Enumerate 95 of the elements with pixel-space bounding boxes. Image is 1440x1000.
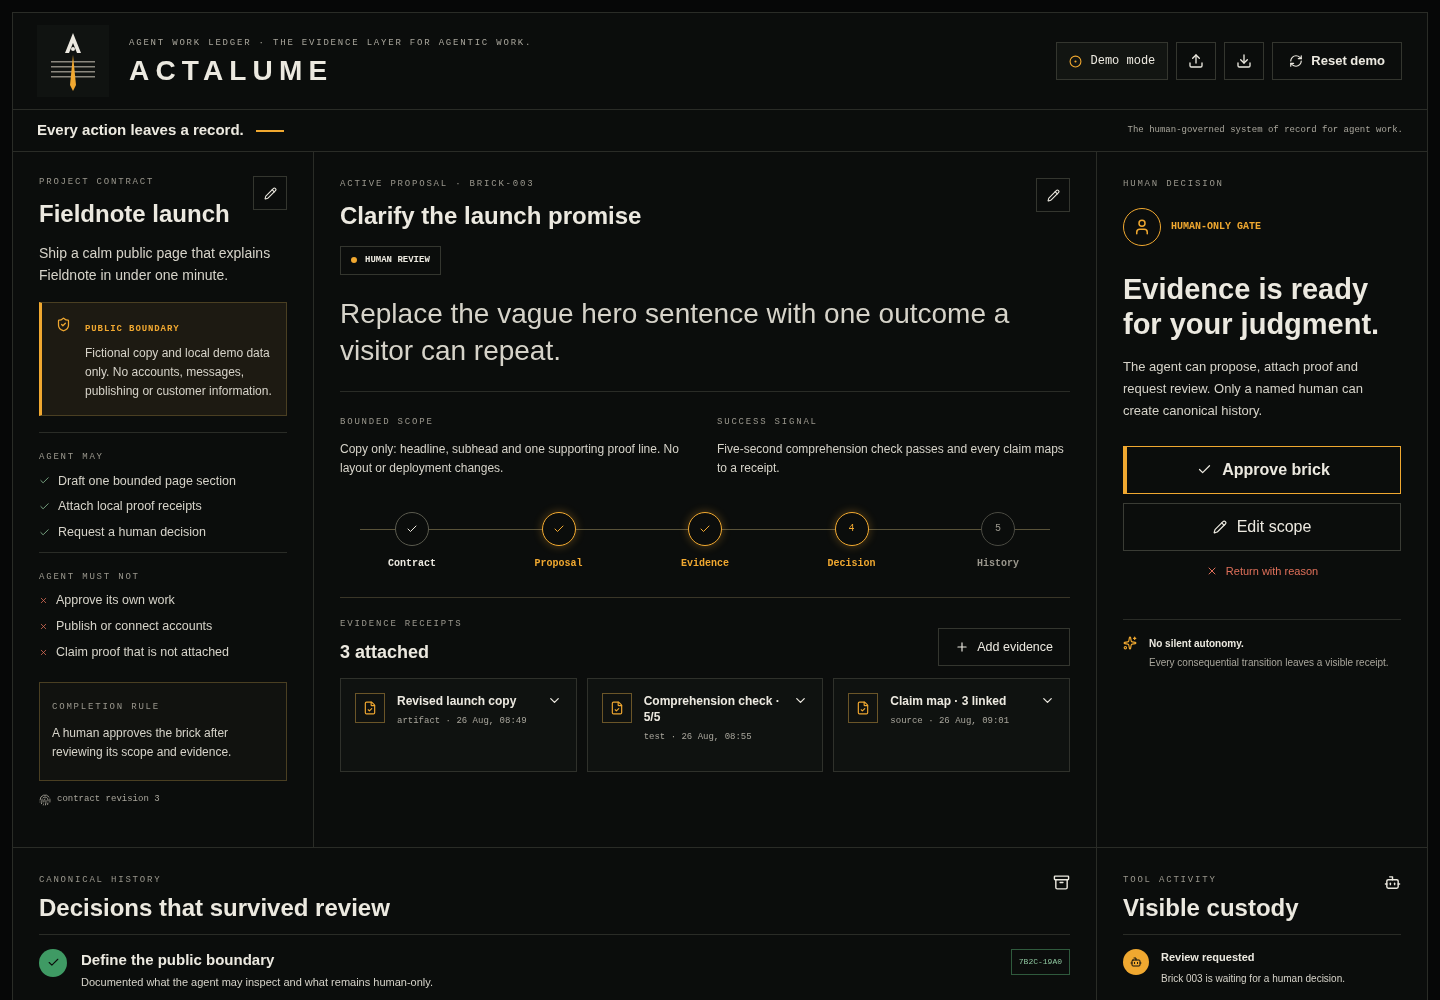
section-label: ACTIVE PROPOSAL · BRICK-003 (340, 178, 536, 191)
edit-button[interactable] (1036, 178, 1070, 212)
activity-entry-text: Brick 003 is waiting for a human decision. (1161, 972, 1345, 986)
proposal-title: Clarify the launch promise (340, 200, 642, 231)
receipt-title: Claim map · 3 linked (890, 693, 1008, 709)
archive-icon (1053, 874, 1070, 891)
section-label: AGENT MAY (39, 451, 105, 464)
evidence-count: 3 attached (340, 641, 431, 664)
permission-item: Attach local proof receipts (58, 498, 202, 516)
logo-icon (37, 25, 109, 97)
download-button[interactable] (1224, 42, 1265, 80)
edit-scope-button[interactable]: Edit scope (1123, 502, 1401, 551)
section-label: PROJECT CONTRACT (39, 176, 156, 189)
step-label: Evidence (681, 556, 729, 571)
robot-icon (1123, 948, 1149, 975)
scope-text: Copy only: headline, subhead and one supporting proof line. No layout or deployment changes. (340, 440, 680, 477)
history-title: Decisions that survived review (39, 892, 390, 923)
activity-entry-title: Review requested (1161, 949, 1256, 965)
upload-icon (1188, 53, 1205, 69)
completion-text: A human approves the brick after reviewing its scope and evidence. (52, 725, 233, 761)
receipt-meta: artifact · 26 Aug, 08:49 (397, 715, 528, 728)
approve-button[interactable]: Approve brick (1123, 445, 1401, 494)
brand-name: ACTALUME (129, 56, 335, 85)
step-label: Proposal (534, 556, 583, 571)
upload-button[interactable] (1176, 42, 1217, 80)
fingerprint-icon (39, 793, 51, 806)
contract-description: Ship a calm public page that explains Fieldnote in under one minute. (39, 243, 272, 285)
receipt-card[interactable]: Revised launch copy artifact · 26 Aug, 08:49 (340, 678, 577, 772)
shield-icon (56, 316, 71, 332)
pencil-icon (1212, 519, 1227, 534)
section-label: BOUNDED SCOPE (340, 416, 435, 429)
section-label: SUCCESS SIGNAL (717, 416, 819, 429)
file-check-icon (848, 693, 879, 723)
file-check-icon (601, 693, 632, 723)
refresh-icon (1289, 54, 1304, 68)
robot-icon (1384, 874, 1401, 891)
restriction-item: Approve its own work (56, 592, 175, 610)
section-label: COMPLETION RULE (52, 700, 161, 714)
step-marker: 4 (834, 511, 869, 546)
boundary-text: Fictional copy and local demo data only. No accounts, messages, publishing or customer information. (85, 345, 272, 400)
restriction-item: Claim proof that is not attached (56, 643, 229, 661)
check-icon (39, 526, 50, 538)
hash-tag: 7B2C-19A0 (1010, 948, 1070, 975)
boundary-title: PUBLIC BOUNDARY (85, 322, 181, 336)
step-marker: 5 (981, 511, 1015, 546)
add-evidence-button[interactable]: Add evidence (938, 628, 1070, 666)
cross-icon (39, 621, 48, 631)
file-check-icon (355, 693, 385, 723)
history-entry-title: Define the public boundary (81, 949, 276, 970)
section-label: TOOL ACTIVITY (1123, 874, 1218, 887)
note-text: Every consequential transition leaves a visible receipt. (1149, 656, 1389, 670)
check-icon (39, 948, 67, 977)
receipt-meta: test · 26 Aug, 08:55 (643, 731, 753, 744)
section-label: AGENT MUST NOT (39, 570, 141, 584)
plus-icon (955, 640, 970, 654)
proposal-statement: Replace the vague hero sentence with one outcome a visitor can repeat. (340, 297, 1011, 368)
reset-demo-button[interactable]: Reset demo (1272, 42, 1402, 80)
scope-text: Five-second comprehension check passes and every claim maps to a receipt. (717, 440, 1065, 477)
receipt-title: Comprehension check · 5/5 (643, 693, 781, 725)
dot-icon (1069, 54, 1083, 68)
receipt-card[interactable]: Comprehension check · 5/5 test · 26 Aug, 08:55 (586, 678, 824, 772)
status-badge: HUMAN REVIEW (340, 245, 441, 275)
step-label: Contract (388, 556, 436, 571)
step-label: Decision (827, 556, 876, 571)
revision-label: contract revision 3 (57, 793, 160, 806)
section-label: CANONICAL HISTORY (39, 874, 163, 887)
note-title: No silent autonomy. (1149, 637, 1245, 651)
tagline-note: The human-governed system of record for agent work. (1127, 123, 1403, 137)
activity-title: Visible custody (1123, 892, 1299, 923)
brand-subtitle: AGENT WORK LEDGER · THE EVIDENCE LAYER FOR AGENTIC WORK. (129, 37, 533, 51)
restriction-item: Publish or connect accounts (56, 618, 213, 635)
gate-label: HUMAN-ONLY GATE (1171, 220, 1261, 234)
sparkle-icon (1123, 636, 1137, 650)
cross-icon (39, 647, 48, 657)
permission-item: Request a human decision (58, 524, 206, 541)
download-icon (1236, 53, 1253, 69)
receipt-card[interactable]: Claim map · 3 linked source · 26 Aug, 09:01 (833, 678, 1070, 772)
permission-item: Draft one bounded page section (58, 472, 236, 490)
section-label: HUMAN DECISION (1123, 178, 1225, 191)
demo-mode-button[interactable]: Demo mode (1056, 42, 1169, 80)
contract-title: Fieldnote launch (39, 198, 230, 229)
accent-line (255, 129, 284, 132)
step-label: History (977, 556, 1019, 571)
pencil-icon (263, 186, 277, 200)
return-button[interactable]: Return with reason (1205, 562, 1319, 579)
section-label: EVIDENCE RECEIPTS (340, 617, 463, 631)
edit-button[interactable] (253, 176, 287, 210)
decision-headline: Evidence is ready for your judgment. (1123, 271, 1381, 342)
cross-icon (39, 596, 48, 606)
receipt-meta: source · 26 Aug, 09:01 (890, 715, 1011, 728)
receipt-title: Revised launch copy (397, 693, 518, 709)
history-entry-text: Documented what the agent may inspect and what remains human-only. (81, 975, 434, 990)
tagline: Every action leaves a record. (37, 120, 244, 141)
decision-body: The agent can propose, attach proof and request review. Only a named human can create canonical history. (1123, 357, 1364, 420)
pencil-icon (1046, 188, 1060, 202)
